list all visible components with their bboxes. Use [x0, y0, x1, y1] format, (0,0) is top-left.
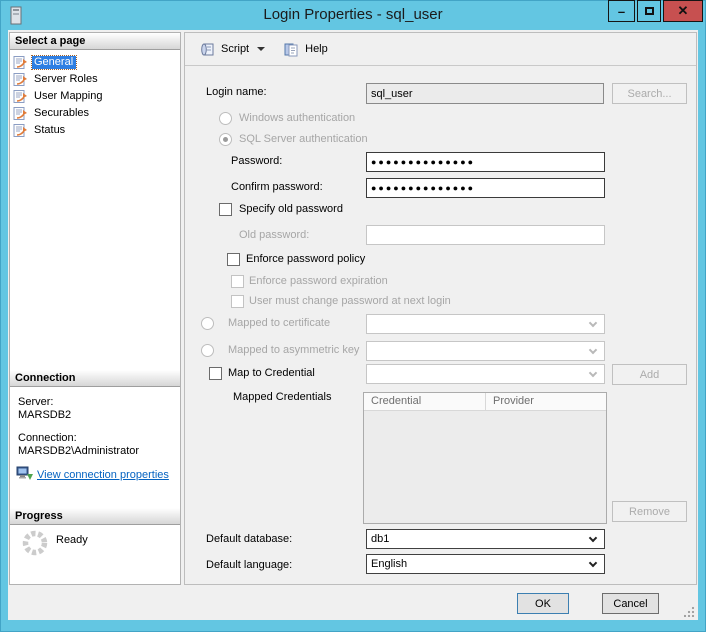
map-to-credential-label: Map to Credential	[228, 367, 315, 379]
windows-auth-radio[interactable]	[219, 112, 232, 125]
chevron-down-icon	[589, 346, 597, 354]
specify-old-password-label: Specify old password	[239, 203, 343, 215]
must-change-label: User must change password at next login	[249, 295, 451, 307]
help-icon	[283, 42, 300, 57]
script-label: Script	[221, 43, 249, 55]
sidebar-item-label: Securables	[32, 107, 92, 120]
add-button[interactable]: Add	[612, 364, 687, 385]
select-a-page-header: Select a page	[10, 33, 180, 50]
page-icon	[13, 73, 28, 86]
enforce-expiration-checkbox[interactable]	[231, 275, 244, 288]
sidebar-item-status[interactable]: Status	[10, 122, 68, 138]
sidebar-item-securables[interactable]: Securables	[10, 105, 92, 121]
chevron-down-icon	[257, 47, 265, 51]
old-password-input[interactable]	[366, 225, 605, 245]
login-name-input[interactable]: sql_user	[366, 83, 604, 104]
mapped-asym-key-radio[interactable]	[201, 344, 214, 357]
sidebar-item-server-roles[interactable]: Server Roles	[10, 71, 101, 87]
column-header-provider[interactable]: Provider	[486, 393, 606, 411]
mapped-certificate-radio[interactable]	[201, 317, 214, 330]
page-icon	[13, 90, 28, 103]
chevron-down-icon	[589, 369, 597, 377]
mapped-asym-key-combo[interactable]	[366, 341, 605, 361]
confirm-password-label: Confirm password:	[231, 181, 323, 193]
default-database-label: Default database:	[206, 533, 292, 545]
mapped-certificate-label: Mapped to certificate	[228, 317, 330, 329]
map-to-credential-checkbox[interactable]	[209, 367, 222, 380]
maximize-button[interactable]	[637, 0, 661, 22]
mapped-credentials-label: Mapped Credentials	[233, 391, 331, 403]
sidebar-item-user-mapping[interactable]: User Mapping	[10, 88, 105, 104]
sidebar-item-label: General	[32, 56, 76, 69]
default-database-value: db1	[371, 533, 389, 545]
sidebar-item-label: User Mapping	[32, 90, 105, 103]
chevron-down-icon	[589, 534, 597, 542]
chevron-down-icon	[589, 559, 597, 567]
ok-button[interactable]: OK	[517, 593, 569, 614]
mapped-credentials-table[interactable]: Credential Provider	[363, 392, 607, 524]
script-icon	[199, 42, 216, 57]
login-name-value: sql_user	[371, 88, 413, 100]
server-label: Server:	[18, 396, 53, 408]
confirm-password-input[interactable]: ●●●●●●●●●●●●●●	[366, 178, 605, 198]
sql-auth-label: SQL Server authentication	[239, 133, 368, 145]
help-label: Help	[305, 43, 328, 55]
default-language-label: Default language:	[206, 559, 292, 571]
confirm-password-value: ●●●●●●●●●●●●●●	[371, 183, 475, 193]
resize-grip[interactable]	[684, 606, 695, 617]
enforce-expiration-label: Enforce password expiration	[249, 275, 388, 287]
enforce-policy-checkbox[interactable]	[227, 253, 240, 266]
remove-button[interactable]: Remove	[612, 501, 687, 522]
connection-properties-icon	[16, 466, 34, 481]
default-language-value: English	[371, 558, 407, 570]
cancel-button[interactable]: Cancel	[602, 593, 659, 614]
table-header-row: Credential Provider	[364, 393, 606, 411]
must-change-checkbox[interactable]	[231, 295, 244, 308]
default-database-combo[interactable]: db1	[366, 529, 605, 549]
close-button[interactable]: ✕	[663, 0, 703, 22]
toolbar: Script Help	[185, 33, 696, 66]
progress-spinner-icon	[21, 529, 49, 557]
old-password-label: Old password:	[239, 229, 309, 241]
script-button[interactable]: Script	[194, 39, 270, 60]
minimize-button[interactable]: –	[608, 0, 635, 22]
windows-auth-label: Windows authentication	[239, 112, 355, 124]
login-name-label: Login name:	[206, 86, 267, 98]
page-icon	[13, 107, 28, 120]
help-button[interactable]: Help	[278, 39, 333, 60]
titlebar[interactable]: Login Properties - sql_user – ✕	[0, 0, 706, 30]
connection-value: MARSDB2\Administrator	[18, 445, 139, 457]
password-input[interactable]: ●●●●●●●●●●●●●●	[366, 152, 605, 172]
sidebar-item-label: Server Roles	[32, 73, 101, 86]
password-label: Password:	[231, 155, 282, 167]
password-value: ●●●●●●●●●●●●●●	[371, 157, 475, 167]
search-button[interactable]: Search...	[612, 83, 687, 104]
server-value: MARSDB2	[18, 409, 71, 421]
dialog-body: Select a page General	[8, 30, 698, 620]
page-icon	[13, 56, 28, 69]
connection-label: Connection:	[18, 432, 77, 444]
mapped-asym-key-label: Mapped to asymmetric key	[228, 344, 359, 356]
maximize-icon	[645, 7, 654, 15]
page-icon	[13, 124, 28, 137]
sidebar-item-general[interactable]: General	[10, 54, 76, 70]
default-language-combo[interactable]: English	[366, 554, 605, 574]
login-properties-window: Login Properties - sql_user – ✕ Select a…	[0, 0, 706, 632]
window-title: Login Properties - sql_user	[0, 6, 706, 23]
specify-old-password-checkbox[interactable]	[219, 203, 232, 216]
map-to-credential-combo[interactable]	[366, 364, 605, 384]
sidebar: Select a page General	[9, 32, 181, 585]
progress-header: Progress	[10, 508, 180, 525]
main-panel: Script Help Login name: sql_u	[184, 32, 697, 585]
sidebar-item-label: Status	[32, 124, 68, 137]
connection-header: Connection	[10, 370, 180, 387]
enforce-policy-label: Enforce password policy	[246, 253, 365, 265]
progress-status: Ready	[56, 534, 88, 546]
view-connection-properties-link[interactable]: View connection properties	[37, 469, 169, 481]
chevron-down-icon	[589, 319, 597, 327]
sql-auth-radio[interactable]	[219, 133, 232, 146]
mapped-certificate-combo[interactable]	[366, 314, 605, 334]
column-header-credential[interactable]: Credential	[364, 393, 486, 411]
